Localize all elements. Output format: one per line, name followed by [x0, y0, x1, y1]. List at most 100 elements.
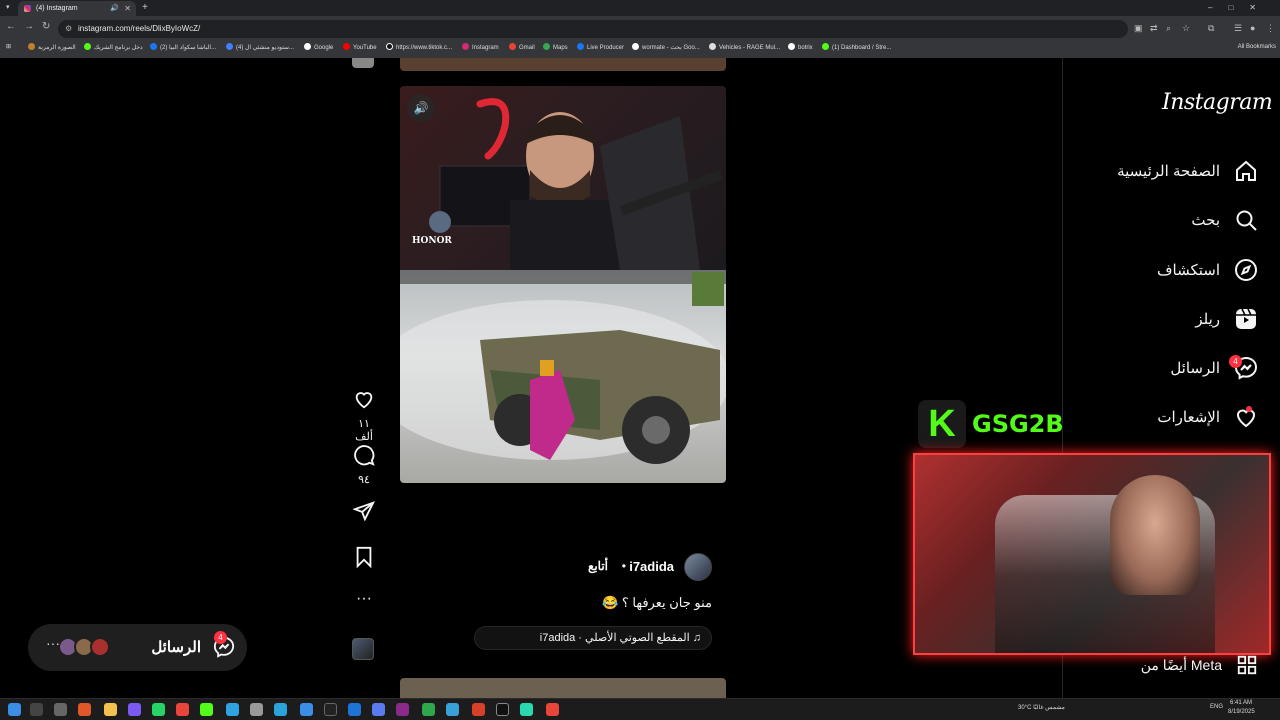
site-info-icon[interactable]: ⚙ — [65, 20, 72, 38]
sidebar-item-home[interactable]: الصفحة الرئيسية — [1117, 156, 1258, 186]
bookmark-item[interactable]: Gmail — [509, 43, 535, 53]
bookmark-item[interactable]: https://www.tiktok.c... — [386, 43, 452, 53]
bookmark-item[interactable]: Google — [304, 43, 333, 53]
all-bookmarks[interactable]: All Bookmarks — [1238, 43, 1276, 52]
search-icon[interactable] — [30, 703, 43, 716]
kick-icon[interactable] — [200, 703, 213, 716]
clock-time[interactable]: 6:41 AM — [1230, 700, 1252, 706]
edge-icon[interactable] — [226, 703, 239, 716]
tab-search-icon[interactable]: ▾ — [6, 0, 10, 15]
bookmark-star-icon[interactable]: ☆ — [1182, 23, 1190, 34]
bookmark-item[interactable]: Vehicles - RAGE Mul... — [709, 43, 780, 53]
gameplay-illustration — [400, 270, 726, 464]
next-reel[interactable] — [400, 678, 726, 698]
messages-pill[interactable]: 4 الرسائل ··· — [28, 624, 247, 671]
app-icon[interactable] — [300, 703, 313, 716]
sidebar-item-reels[interactable]: ريلز — [1195, 304, 1258, 334]
bookmark-item[interactable]: (2) الباشا سكواد البيا... — [150, 43, 216, 53]
avatar[interactable] — [684, 553, 712, 581]
cast-icon[interactable]: ▣ — [1134, 23, 1143, 34]
whatsapp-icon[interactable] — [152, 703, 165, 716]
menu-icon[interactable]: ⋮ — [1266, 23, 1275, 34]
sidebar-item-messages[interactable]: الرسائل 4 — [1170, 353, 1258, 383]
bookmark-item[interactable]: wormate - بحث Goo... — [632, 43, 700, 53]
bookmark-item[interactable]: YouTube — [343, 43, 377, 53]
bookmark-item[interactable]: الصورة الرمزية — [28, 43, 76, 53]
instagram-logo[interactable]: Instagram — [1162, 90, 1273, 115]
save-button[interactable] — [348, 546, 380, 573]
original-audio-link[interactable]: ♫ المقطع الصوتي الأصلي · i7adida — [474, 626, 712, 650]
bookmark-item[interactable]: Instagram — [462, 43, 499, 53]
messages-badge: 4 — [1229, 355, 1242, 368]
bookmark-item[interactable]: Maps — [543, 43, 568, 53]
profile-icon[interactable]: ● — [1250, 23, 1255, 33]
window-controls[interactable]: –□✕ — [1208, 0, 1272, 15]
file-explorer-icon[interactable] — [104, 703, 117, 716]
mute-toggle-icon[interactable]: 🔊 — [407, 94, 435, 122]
comment-button[interactable]: ٩٤ — [348, 444, 380, 486]
back-icon[interactable]: ← — [6, 21, 16, 32]
close-tab-icon[interactable]: ✕ — [124, 1, 131, 16]
more-icon[interactable]: ··· — [46, 635, 60, 651]
previous-audio-thumbnail[interactable] — [352, 58, 374, 68]
app-icon[interactable] — [446, 703, 459, 716]
messages-pill-label: الرسائل — [151, 639, 201, 656]
search-icon — [1236, 210, 1257, 231]
copilot-icon[interactable] — [78, 703, 91, 716]
navigation-bar: ← → ↻ ⚙ instagram.com/reels/DlixByIoWcZ/… — [0, 18, 1280, 40]
heart-icon — [355, 392, 373, 409]
sidebar-item-label: الإشعارات — [1157, 409, 1220, 426]
speaker-icon[interactable]: 🔊 — [110, 1, 119, 16]
reload-icon[interactable]: ↻ — [42, 21, 50, 32]
new-tab-button[interactable]: + — [142, 0, 148, 15]
reel-caption: منو جان يعرفها ؟ 😂 — [602, 595, 712, 610]
app-icon[interactable] — [520, 703, 533, 716]
zoom-icon[interactable]: ⌕ — [1166, 23, 1171, 34]
reels-icon — [1236, 308, 1256, 329]
app-icon[interactable] — [472, 703, 485, 716]
chrome-active-icon[interactable] — [546, 703, 559, 716]
tab-instagram[interactable]: (4) Instagram 🔊 ✕ — [18, 1, 136, 16]
premiere-icon[interactable] — [396, 703, 409, 716]
more-from-meta[interactable]: أيضًا من Meta — [1141, 654, 1258, 676]
audio-thumbnail[interactable] — [352, 638, 374, 660]
previous-reel[interactable] — [400, 58, 726, 71]
language-indicator[interactable]: ENG — [1210, 704, 1223, 710]
obs-icon[interactable] — [250, 703, 263, 716]
sidebar-item-explore[interactable]: استكشاف — [1157, 255, 1258, 285]
extensions-icon[interactable]: ⧉ — [1208, 23, 1214, 34]
bookmark-item[interactable]: (4) ستوديو منشئي ال... — [226, 43, 294, 53]
discord-icon[interactable] — [128, 703, 141, 716]
task-view-icon[interactable] — [54, 703, 67, 716]
follow-button[interactable]: أتابع — [588, 559, 608, 573]
clock-date[interactable]: 8/19/2025 — [1228, 709, 1255, 715]
forward-icon[interactable]: → — [24, 21, 34, 32]
reel-author-row: i7adida • أتابع — [586, 553, 712, 581]
bookmark-item[interactable]: Live Producer — [577, 43, 624, 53]
bookmark-item[interactable]: (1) Dashboard / Stre... — [822, 43, 891, 53]
sidebar-item-search[interactable]: بحث — [1191, 205, 1258, 235]
app-icon[interactable] — [422, 703, 435, 716]
bookmark-item[interactable]: دخل برنامج الشريك — [84, 43, 143, 53]
url-text: instagram.com/reels/DlixByIoWcZ/ — [78, 24, 201, 33]
author-username[interactable]: i7adida — [629, 559, 674, 574]
like-button[interactable]: ١١ ألف — [348, 388, 380, 443]
translate-icon[interactable]: ⇄ — [1150, 23, 1158, 34]
sidebar-item-label: بحث — [1191, 212, 1220, 229]
reading-list-icon[interactable]: ☰ — [1234, 23, 1242, 34]
skype-icon[interactable] — [348, 703, 361, 716]
chrome-icon[interactable] — [176, 703, 189, 716]
sidebar-item-notifications[interactable]: الإشعارات — [1157, 402, 1258, 432]
tiktok-icon[interactable] — [496, 703, 509, 716]
more-options-icon[interactable]: ··· — [348, 590, 380, 608]
weather-widget[interactable]: 30°C مشمس غالبًا — [1018, 704, 1065, 711]
reel-video[interactable]: 🔊 HONOR — [400, 86, 726, 483]
telegram-icon[interactable] — [274, 703, 287, 716]
start-icon[interactable] — [8, 703, 21, 716]
address-bar[interactable]: ⚙ instagram.com/reels/DlixByIoWcZ/ — [58, 20, 1128, 38]
share-button[interactable] — [348, 500, 380, 527]
bookmark-item[interactable]: botrix — [788, 43, 813, 53]
apps-icon[interactable]: ⊞ — [6, 43, 11, 52]
steam-icon[interactable] — [324, 703, 337, 716]
app-icon[interactable] — [372, 703, 385, 716]
